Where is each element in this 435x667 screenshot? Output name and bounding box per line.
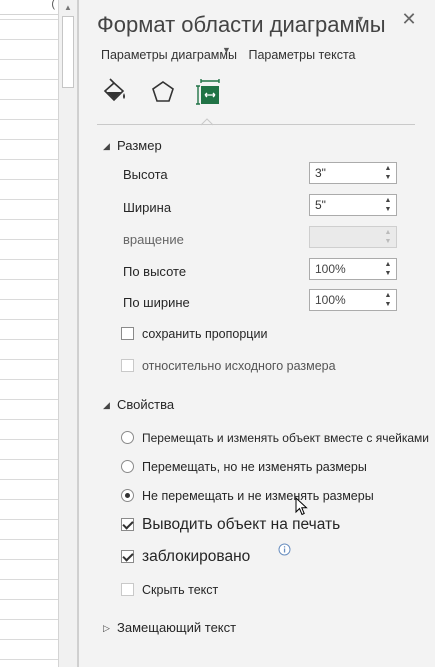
scale-height-value[interactable]: 100% bbox=[315, 262, 346, 276]
column-header-fragment: ( bbox=[51, 0, 55, 10]
subtab-chart-options[interactable]: Параметры диаграммы ▼ bbox=[101, 45, 237, 62]
radio-circle-selected[interactable] bbox=[121, 489, 134, 502]
width-value[interactable]: 5" bbox=[315, 198, 326, 212]
spin-up-arrow-icon: ▲ bbox=[384, 229, 392, 236]
checkbox-box-checked[interactable] bbox=[121, 518, 134, 531]
spin-up-arrow-icon[interactable]: ▲ bbox=[383, 291, 393, 300]
scale-width-label: По ширине bbox=[123, 295, 190, 310]
spin-up-arrow-icon[interactable]: ▲ bbox=[383, 164, 393, 173]
checkbox-box-checked[interactable] bbox=[121, 550, 134, 563]
section-divider bbox=[97, 124, 415, 125]
spin-down-arrow-icon[interactable]: ▼ bbox=[383, 300, 393, 309]
radio-move-not-size-label: Перемещать, но не изменять размеры bbox=[142, 460, 367, 474]
hide-text-checkbox: Скрыть текст bbox=[121, 581, 218, 599]
expand-triangle-icon: ▷ bbox=[103, 623, 110, 633]
info-icon bbox=[278, 543, 291, 556]
scale-height-label: По высоте bbox=[123, 264, 187, 279]
lock-aspect-ratio-label: сохранить пропорции bbox=[142, 327, 268, 341]
size-properties-icon[interactable] bbox=[196, 78, 224, 108]
radio-dont-move-or-size[interactable]: Не перемещать и не изменять размеры bbox=[121, 487, 374, 505]
scale-height-spinbox[interactable]: 100% ▲ ▼ bbox=[309, 258, 397, 280]
rotation-label: вращение bbox=[123, 232, 184, 247]
spin-down-arrow-icon[interactable]: ▼ bbox=[383, 173, 393, 182]
spin-down-arrow-icon[interactable]: ▼ bbox=[383, 205, 393, 214]
collapse-triangle-icon: ◢ bbox=[103, 400, 110, 410]
scale-width-value[interactable]: 100% bbox=[315, 293, 346, 307]
pentagon-icon[interactable] bbox=[149, 78, 177, 108]
width-label: Ширина bbox=[123, 200, 172, 215]
spin-down-arrow-icon[interactable]: ▼ bbox=[383, 269, 393, 278]
subtab-text-options-label: Параметры текста bbox=[248, 48, 356, 62]
subtab-text-options[interactable]: Параметры текста bbox=[248, 48, 355, 62]
checkbox-box bbox=[121, 583, 134, 596]
radio-circle[interactable] bbox=[121, 460, 134, 473]
section-alt-text-title: Замещающий текст bbox=[117, 620, 237, 635]
column-header: ( bbox=[0, 0, 58, 15]
locked-label: заблокировано bbox=[142, 548, 251, 565]
spin-up-arrow-icon[interactable]: ▲ bbox=[383, 260, 393, 269]
checkbox-box[interactable] bbox=[121, 327, 134, 340]
height-spinbox[interactable]: 3" ▲ ▼ bbox=[309, 162, 397, 184]
width-spinbox[interactable]: 5" ▲ ▼ bbox=[309, 194, 397, 216]
spreadsheet-grid[interactable]: ( bbox=[0, 0, 59, 667]
close-pane-button[interactable]: ✕ bbox=[399, 9, 419, 29]
subtab-dropdown-icon[interactable]: ▼ bbox=[222, 45, 231, 55]
scroll-up-arrow-icon[interactable]: ▲ bbox=[59, 2, 77, 14]
format-chart-area-pane: Формат области диаграммы ▼ ✕ Параметры д… bbox=[78, 0, 435, 667]
section-alt-text-header[interactable]: ▷ Замещающий текст bbox=[103, 620, 236, 635]
hide-text-label: Скрыть текст bbox=[142, 583, 219, 597]
vertical-scrollbar[interactable]: ▲ bbox=[59, 0, 78, 667]
relative-to-original-checkbox: относительно исходного размера bbox=[121, 357, 336, 375]
spin-up-arrow-icon[interactable]: ▲ bbox=[383, 196, 393, 205]
section-size-title: Размер bbox=[117, 138, 162, 153]
radio-dont-move-or-size-label: Не перемещать и не изменять размеры bbox=[142, 489, 374, 503]
radio-move-and-size[interactable]: Перемещать и изменять объект вместе с яч… bbox=[121, 429, 429, 447]
checkbox-box bbox=[121, 359, 134, 372]
section-properties-title: Свойства bbox=[117, 397, 175, 412]
mouse-pointer-icon bbox=[295, 497, 308, 516]
radio-move-not-size[interactable]: Перемещать, но не изменять размеры bbox=[121, 458, 367, 476]
print-object-checkbox[interactable]: Выводить объект на печать bbox=[121, 516, 340, 534]
height-label: Высота bbox=[123, 167, 168, 182]
pane-subtabs: Параметры диаграммы ▼ Параметры текста bbox=[101, 45, 356, 62]
section-size-header[interactable]: ◢ Размер bbox=[103, 138, 162, 153]
scroll-thumb[interactable] bbox=[62, 16, 74, 88]
spin-down-arrow-icon: ▼ bbox=[384, 238, 392, 245]
scale-width-spinbox[interactable]: 100% ▲ ▼ bbox=[309, 289, 397, 311]
locked-checkbox[interactable]: заблокировано bbox=[121, 548, 250, 566]
pane-options-dropdown-icon[interactable]: ▼ bbox=[356, 14, 365, 24]
print-object-label: Выводить объект на печать bbox=[142, 516, 341, 533]
relative-to-original-label: относительно исходного размера bbox=[142, 359, 336, 373]
paint-bucket-icon[interactable] bbox=[101, 78, 129, 108]
section-properties-header[interactable]: ◢ Свойства bbox=[103, 397, 174, 412]
lock-aspect-ratio-checkbox[interactable]: сохранить пропорции bbox=[121, 325, 267, 343]
radio-circle[interactable] bbox=[121, 431, 134, 444]
pane-title: Формат области диаграммы bbox=[97, 12, 386, 37]
height-value[interactable]: 3" bbox=[315, 166, 326, 180]
rotation-spinbox: ▲ ▼ bbox=[309, 226, 397, 248]
collapse-triangle-icon: ◢ bbox=[103, 141, 110, 151]
subtab-chart-options-label: Параметры диаграммы bbox=[101, 48, 237, 62]
radio-move-and-size-label: Перемещать и изменять объект вместе с яч… bbox=[142, 431, 429, 445]
